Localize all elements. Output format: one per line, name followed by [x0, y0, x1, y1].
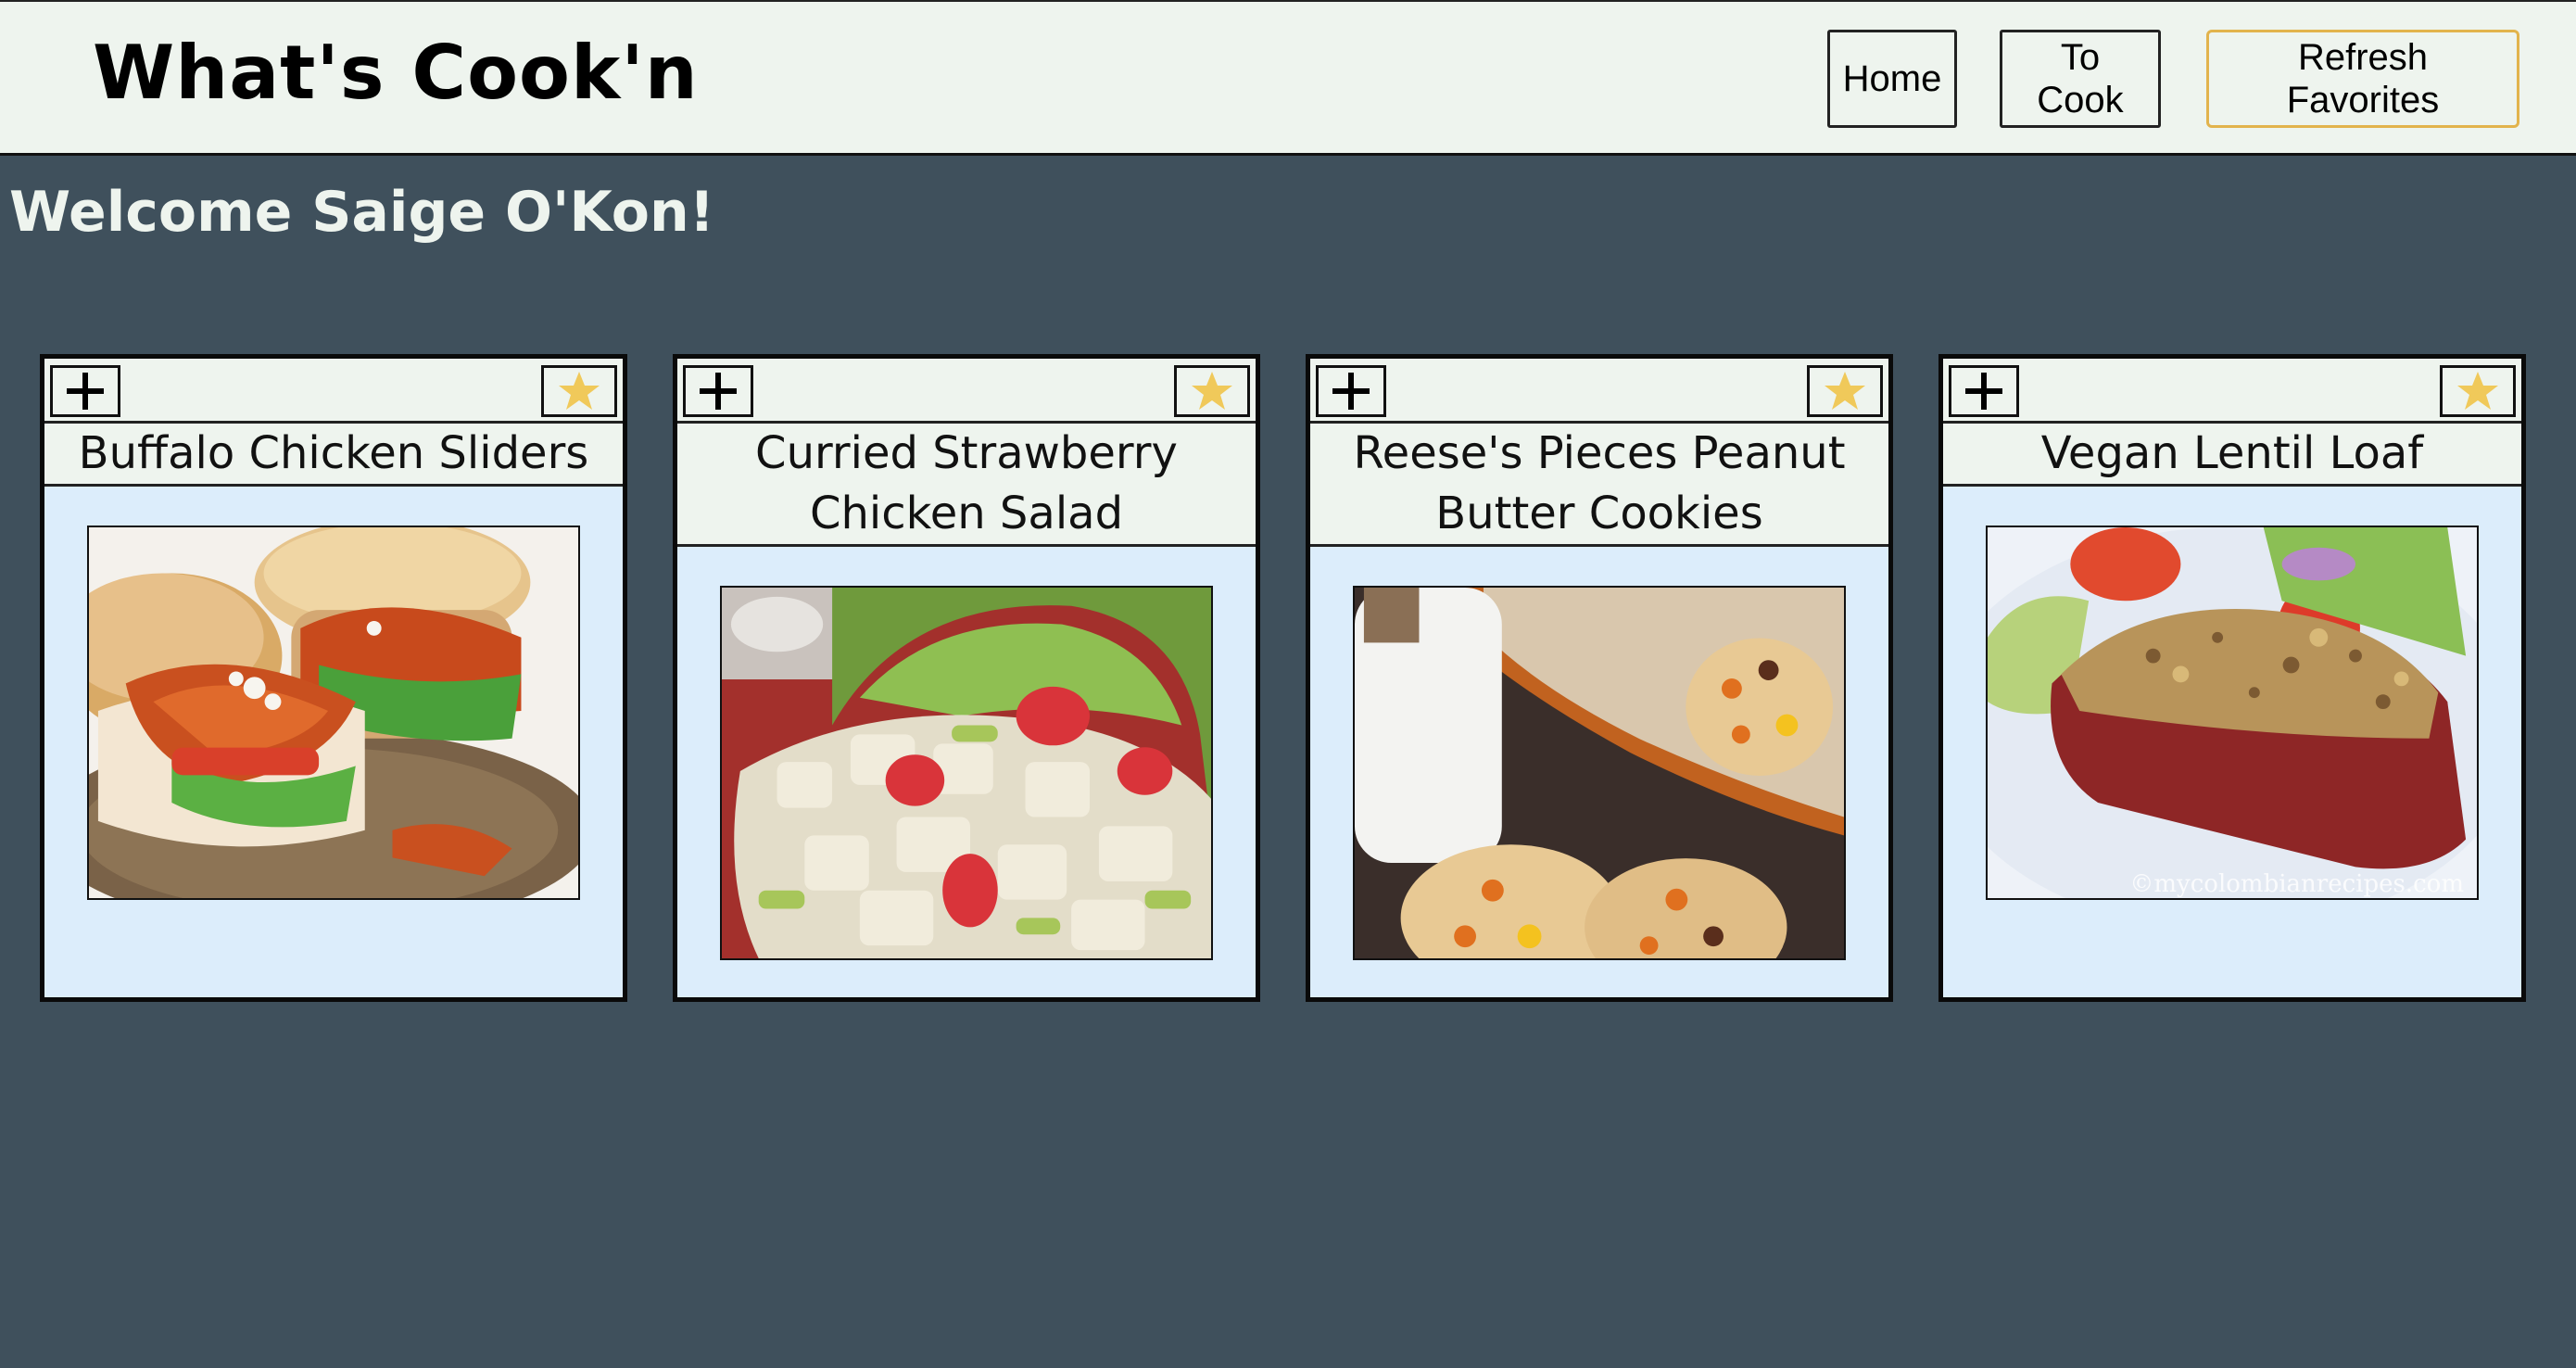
- recipe-image[interactable]: [1353, 586, 1846, 960]
- home-button[interactable]: Home: [1827, 30, 1957, 128]
- star-icon: [559, 372, 600, 410]
- add-to-cook-button[interactable]: [683, 365, 753, 417]
- star-icon: [2457, 372, 2498, 410]
- refresh-favorites-button-label: Refresh Favorites: [2286, 37, 2440, 120]
- plus-icon: [700, 373, 737, 410]
- refresh-favorites-button[interactable]: Refresh Favorites: [2206, 30, 2519, 128]
- add-to-cook-button[interactable]: [50, 365, 120, 417]
- recipe-photo: [1988, 527, 2477, 898]
- recipe-title: Curried Strawberry Chicken Salad: [677, 424, 1256, 547]
- star-icon: [1192, 372, 1232, 410]
- welcome-message: Welcome Saige O'Kon!: [9, 180, 715, 245]
- photo-watermark: ©mycolombianrecipes.com: [2129, 870, 2464, 898]
- recipe-card[interactable]: Vegan Lentil Loaf ©mycolombianrecipes.co…: [1938, 354, 2526, 1002]
- favorite-button[interactable]: [2440, 365, 2516, 417]
- recipe-image[interactable]: [720, 586, 1213, 960]
- recipe-photo: [89, 527, 578, 898]
- card-toolbar: [677, 359, 1256, 424]
- home-button-label: Home: [1842, 58, 1942, 99]
- favorite-button[interactable]: [1174, 365, 1250, 417]
- card-toolbar: [1943, 359, 2521, 424]
- recipe-image[interactable]: ©mycolombianrecipes.com: [1986, 526, 2479, 900]
- recipe-photo: [1355, 588, 1844, 958]
- add-to-cook-button[interactable]: [1316, 365, 1386, 417]
- card-toolbar: [1310, 359, 1888, 424]
- app-header: What's Cook'n Home To Cook Refresh Favor…: [0, 0, 2576, 156]
- recipe-image[interactable]: [87, 526, 580, 900]
- add-to-cook-button[interactable]: [1949, 365, 2019, 417]
- site-title: What's Cook'n: [93, 30, 699, 116]
- plus-icon: [1332, 373, 1370, 410]
- recipe-card[interactable]: Curried Strawberry Chicken Salad: [673, 354, 1260, 1002]
- plus-icon: [67, 373, 104, 410]
- favorite-button[interactable]: [1807, 365, 1883, 417]
- card-toolbar: [44, 359, 623, 424]
- recipe-photo: [722, 588, 1211, 958]
- to-cook-button-label: To Cook: [2037, 37, 2124, 120]
- star-icon: [1825, 372, 1865, 410]
- to-cook-button[interactable]: To Cook: [2000, 30, 2161, 128]
- recipe-title: Reese's Pieces Peanut Butter Cookies: [1310, 424, 1888, 547]
- recipe-title: Vegan Lentil Loaf: [1943, 424, 2521, 487]
- recipe-title: Buffalo Chicken Sliders: [44, 424, 623, 487]
- recipe-card[interactable]: Buffalo Chicken Sliders: [40, 354, 627, 1002]
- recipe-card[interactable]: Reese's Pieces Peanut Butter Cookies: [1306, 354, 1893, 1002]
- plus-icon: [1965, 373, 2002, 410]
- favorite-button[interactable]: [541, 365, 617, 417]
